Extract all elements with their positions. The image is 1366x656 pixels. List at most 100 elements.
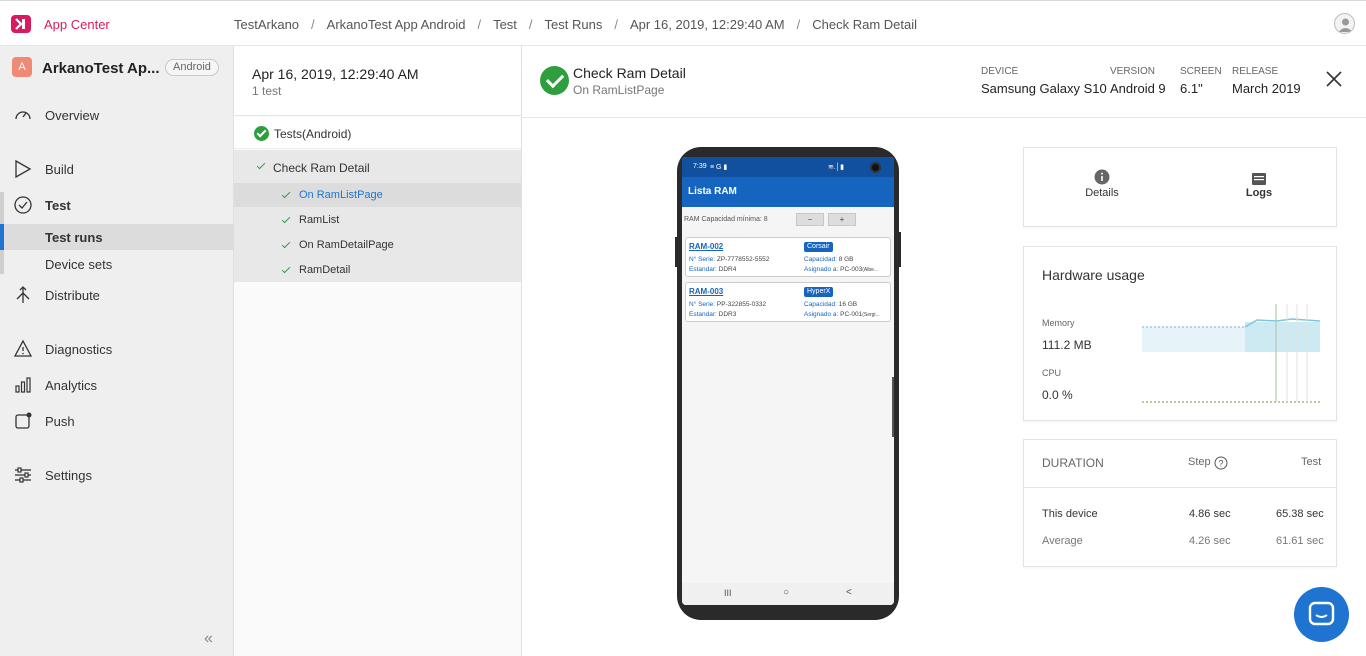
- app-badge: A: [12, 57, 32, 77]
- sidebar-item-test[interactable]: Test: [0, 193, 234, 217]
- tree-item-ramlist[interactable]: RamList: [234, 207, 521, 232]
- check-icon: [281, 240, 291, 250]
- tab-logs[interactable]: Logs: [1219, 166, 1299, 206]
- distribute-icon: [16, 286, 30, 303]
- release-value: March 2019: [1232, 81, 1301, 96]
- capacidad-field: Capacidad: 16 GB: [804, 301, 858, 308]
- tree-item-label: RamList: [299, 214, 340, 226]
- tree-item-ramdetail[interactable]: RamDetail: [234, 257, 521, 282]
- duration-row-label: Average: [1042, 535, 1083, 547]
- step-title: Check Ram Detail: [573, 65, 686, 81]
- increase-button: +: [828, 213, 856, 226]
- release-label: RELEASE: [1232, 66, 1279, 77]
- breadcrumb-separator: /: [311, 17, 315, 32]
- breadcrumb-separator: /: [614, 17, 618, 32]
- tree-item-check-ram-detail[interactable]: Check Ram Detail: [234, 150, 521, 183]
- app-name[interactable]: ArkanoTest Ap...: [42, 60, 160, 77]
- device-screen: 7:39 ≡ G ▮ ≋.│▮ Lista RAM RAM Capacidad …: [682, 157, 894, 605]
- breadcrumb-org[interactable]: TestArkano: [234, 17, 299, 32]
- sidebar-item-label: Build: [45, 162, 74, 177]
- phone-side-button: [898, 232, 901, 267]
- home-icon: ○: [783, 587, 790, 598]
- asignado-field: Asignado a: PC-001(Sergi...: [804, 311, 880, 318]
- details-logs-tabs: Details Logs: [1023, 147, 1337, 227]
- test-duration: 61.61 sec: [1276, 535, 1324, 547]
- passed-icon: [254, 126, 269, 141]
- breadcrumb-test[interactable]: Test: [493, 17, 517, 32]
- serie-field: N° Serie: ZP-7778552-5552: [689, 256, 770, 263]
- chat-button[interactable]: [1294, 587, 1349, 642]
- warning-icon: [13, 339, 33, 357]
- camera-cutout-icon: [870, 162, 881, 173]
- sidebar-item-settings[interactable]: Settings: [0, 463, 234, 487]
- device-screenshot: 7:39 ≡ G ▮ ≋.│▮ Lista RAM RAM Capacidad …: [675, 147, 901, 620]
- screen-value: 6.1": [1180, 81, 1203, 96]
- sidebar: A ArkanoTest Ap... Android Overview Buil…: [0, 46, 234, 656]
- status-time: 7:39: [693, 163, 707, 170]
- test-run-panel: Apr 16, 2019, 12:29:40 AM 1 test Tests(A…: [234, 46, 522, 656]
- decrease-button: −: [796, 213, 824, 226]
- cpu-value: 0.0 %: [1042, 388, 1073, 402]
- step-duration: 4.86 sec: [1189, 508, 1231, 520]
- step-subtitle: On RamListPage: [573, 83, 665, 97]
- memory-label: Memory: [1042, 318, 1075, 328]
- tree-item-tests-android[interactable]: Tests(Android): [234, 117, 521, 149]
- check-circle-icon: [14, 196, 32, 214]
- version-label: VERSION: [1110, 66, 1156, 77]
- breadcrumb-separator: /: [477, 17, 482, 32]
- hardware-usage-title: Hardware usage: [1042, 267, 1145, 283]
- back-icon: <: [846, 587, 852, 598]
- ram-code: RAM-003: [689, 287, 724, 296]
- breadcrumb-app[interactable]: ArkanoTest App Android: [327, 17, 466, 32]
- test-duration: 65.38 sec: [1276, 508, 1324, 520]
- tab-label: Logs: [1245, 187, 1273, 199]
- hardware-usage-panel: Hardware usage Memory 111.2 MB CPU 0.0 %: [1023, 246, 1337, 421]
- sidebar-item-build[interactable]: Build: [0, 157, 234, 181]
- sidebar-item-label: Distribute: [45, 288, 100, 303]
- tree-item-label: On RamDetailPage: [299, 239, 394, 251]
- test-run-title: Apr 16, 2019, 12:29:40 AM: [252, 66, 419, 82]
- test-column-header: Test: [1301, 456, 1322, 468]
- tree-item-label: RamDetail: [299, 264, 351, 276]
- version-value: Android 9: [1110, 81, 1166, 96]
- user-avatar-icon[interactable]: [1334, 13, 1355, 34]
- sidebar-item-device-sets[interactable]: Device sets: [0, 251, 234, 277]
- tree-item-on-ramlistpage[interactable]: On RamListPage: [234, 183, 521, 207]
- breadcrumb-run[interactable]: Apr 16, 2019, 12:29:40 AM: [630, 17, 785, 32]
- phone-side-button: [892, 377, 894, 437]
- sidebar-item-distribute[interactable]: Distribute: [0, 283, 234, 307]
- breadcrumb-test-runs[interactable]: Test Runs: [545, 17, 603, 32]
- sliders-icon: [15, 467, 31, 483]
- help-icon[interactable]: ?: [1214, 456, 1228, 470]
- sidebar-item-test-runs[interactable]: Test runs: [0, 224, 234, 250]
- sidebar-item-label: Push: [45, 414, 75, 429]
- sidebar-item-label: Settings: [45, 468, 92, 483]
- collapse-sidebar-icon[interactable]: «: [204, 630, 222, 647]
- cpu-label: CPU: [1042, 368, 1062, 378]
- device-value: Samsung Galaxy S10: [981, 81, 1107, 96]
- push-icon: [15, 412, 32, 429]
- sidebar-item-analytics[interactable]: Analytics: [0, 373, 234, 397]
- sidebar-item-label: Overview: [45, 108, 100, 123]
- top-bar: App Center TestArkano / ArkanoTest App And…: [0, 0, 1366, 46]
- estandar-field: Estandar: DDR3: [689, 311, 737, 318]
- tree-item-on-ramdetailpage[interactable]: On RamDetailPage: [234, 232, 521, 257]
- status-icons-right: ≋.│▮: [828, 164, 845, 171]
- screen-label: SCREEN: [1180, 66, 1222, 77]
- sidebar-item-overview[interactable]: Overview: [0, 103, 234, 127]
- sidebar-item-push[interactable]: Push: [0, 409, 234, 433]
- check-icon: [281, 190, 291, 200]
- tab-label: Details: [1085, 187, 1119, 199]
- tab-details[interactable]: Details: [1062, 166, 1142, 206]
- tree-item-label: On RamListPage: [299, 189, 383, 201]
- sidebar-item-diagnostics[interactable]: Diagnostics: [0, 337, 234, 361]
- close-icon[interactable]: [1325, 70, 1343, 88]
- app-title[interactable]: App Center: [44, 17, 110, 32]
- gauge-icon: [15, 111, 31, 120]
- app-center-logo-icon[interactable]: [10, 13, 32, 35]
- device-app-title: Lista RAM: [688, 186, 737, 197]
- test-run-count: 1 test: [252, 84, 282, 98]
- serie-field: N° Serie: PP-322855-0332: [689, 301, 767, 308]
- ram-card: RAM-002 Corsair N° Serie: ZP-7778552-555…: [685, 237, 891, 277]
- svg-text:?: ?: [1218, 459, 1223, 469]
